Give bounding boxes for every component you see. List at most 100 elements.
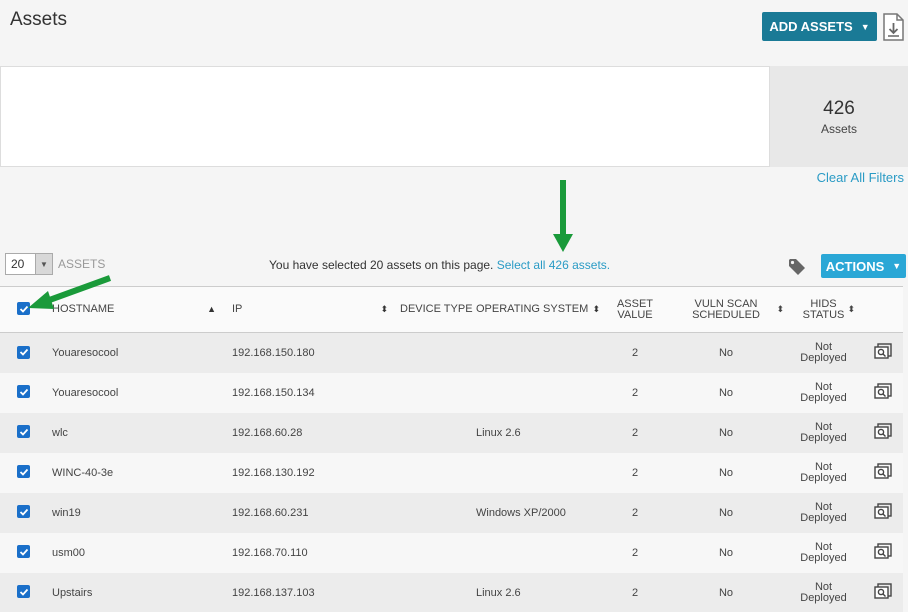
- chevron-down-icon: ▼: [35, 254, 52, 274]
- row-checkbox-cell: [0, 373, 48, 413]
- tag-icon[interactable]: [788, 258, 806, 276]
- hids-status-line-2: Deployed: [800, 511, 847, 524]
- asset-detail-icon[interactable]: [873, 463, 893, 479]
- asset-value-cell: 2: [631, 586, 639, 599]
- vuln-header-label-2: SCHEDULED: [692, 308, 760, 321]
- asset-detail-icon[interactable]: [873, 543, 893, 559]
- row-action-cell: [861, 533, 903, 573]
- assets-table-body: Youaresocool 192.168.150.180 2 No Not Deploye…: [0, 332, 903, 612]
- column-header-vuln-scan[interactable]: VULN SCAN SCHEDULED ⬍: [666, 286, 786, 333]
- actions-button[interactable]: ACTIONS ▼: [821, 254, 906, 278]
- table-row[interactable]: WINC-40-3e 192.168.130.192 2 No Not Deployed: [0, 452, 903, 493]
- selection-text: You have selected 20 assets on this page…: [269, 258, 494, 272]
- device-type-header-label: DEVICE TYPE: [400, 303, 473, 315]
- asset-detail-icon[interactable]: [873, 343, 893, 359]
- asset-detail-icon[interactable]: [873, 423, 893, 439]
- row-action-cell: [861, 333, 903, 373]
- add-assets-button[interactable]: ADD ASSETS ▼: [762, 12, 877, 41]
- os-header-label: OPERATING SYSTEM: [476, 303, 589, 315]
- clear-all-filters-link[interactable]: Clear All Filters: [817, 170, 904, 185]
- ip-cell: 192.168.150.180: [232, 346, 315, 359]
- checkmark-icon: [19, 508, 28, 516]
- asset-value-cell: 2: [631, 506, 639, 519]
- column-header-ip[interactable]: IP ⬍: [232, 286, 396, 333]
- os-cell: [476, 533, 604, 573]
- filter-panel: [0, 66, 770, 167]
- table-row[interactable]: win19 192.168.60.231 Windows XP/2000 2 No Not…: [0, 492, 903, 533]
- row-checkbox-cell: [0, 453, 48, 493]
- row-action-cell: [861, 373, 903, 413]
- hostname-cell[interactable]: win19: [48, 493, 232, 533]
- sort-ascending-icon: ▲: [207, 304, 216, 314]
- select-all-link[interactable]: Select all 426 assets.: [497, 258, 610, 272]
- column-header-asset-value[interactable]: ASSET VALUE: [604, 286, 666, 333]
- row-checkbox[interactable]: [17, 505, 30, 519]
- row-checkbox-cell: [0, 333, 48, 373]
- asset-value-cell: 2: [631, 386, 639, 399]
- os-cell: Linux 2.6: [476, 586, 521, 599]
- hids-status-cell: Not Deployed: [786, 373, 861, 413]
- hostname-cell[interactable]: Youaresocool: [48, 333, 232, 373]
- hostname-cell[interactable]: WINC-40-3e: [48, 453, 232, 493]
- asset-value-header-label-2: VALUE: [617, 308, 653, 321]
- row-action-cell: [861, 413, 903, 453]
- vuln-scan-cell: No: [718, 546, 734, 559]
- assets-per-page-label: ASSETS: [58, 257, 106, 271]
- hostname-cell[interactable]: usm00: [48, 533, 232, 573]
- download-icon[interactable]: [882, 13, 904, 41]
- caret-down-icon: ▼: [892, 261, 902, 271]
- ip-cell: 192.168.150.134: [232, 386, 315, 399]
- device-type-cell: [396, 493, 476, 533]
- selection-message: You have selected 20 assets on this page…: [269, 258, 610, 272]
- vuln-scan-cell: No: [718, 506, 734, 519]
- row-checkbox[interactable]: [17, 385, 30, 399]
- hostname-cell[interactable]: Upstairs: [48, 573, 232, 612]
- device-type-cell: [396, 373, 476, 413]
- sort-icon: ⬍: [592, 304, 600, 314]
- table-row[interactable]: Youaresocool 192.168.150.134 2 No Not Deploye…: [0, 372, 903, 413]
- sort-icon: ⬍: [380, 304, 388, 314]
- asset-value-cell: 2: [631, 546, 639, 559]
- os-cell: Windows XP/2000: [476, 506, 566, 519]
- row-checkbox[interactable]: [17, 465, 30, 479]
- table-row[interactable]: Upstairs 192.168.137.103 Linux 2.6 2 No Not De…: [0, 572, 903, 612]
- hostname-cell[interactable]: wlc: [48, 413, 232, 453]
- row-checkbox[interactable]: [17, 585, 30, 599]
- asset-count: 426: [823, 97, 855, 119]
- checkmark-icon: [19, 468, 28, 476]
- os-cell: [476, 333, 604, 373]
- checkmark-icon: [19, 588, 28, 596]
- row-checkbox-cell: [0, 573, 48, 612]
- sort-icon: ⬍: [847, 304, 855, 314]
- checkmark-icon: [19, 428, 28, 436]
- asset-detail-icon[interactable]: [873, 503, 893, 519]
- checkmark-icon: [19, 548, 28, 556]
- asset-detail-icon[interactable]: [873, 583, 893, 599]
- row-checkbox[interactable]: [17, 545, 30, 559]
- row-action-cell: [861, 573, 903, 612]
- hids-status-cell: Not Deployed: [786, 493, 861, 533]
- device-type-cell: [396, 453, 476, 493]
- hids-status-line-2: Deployed: [800, 431, 847, 444]
- add-assets-label: ADD ASSETS: [769, 19, 853, 34]
- page-title: Assets: [10, 9, 68, 30]
- page-size-select[interactable]: 20 ▼: [5, 253, 53, 275]
- column-header-actions: [861, 286, 903, 333]
- table-row[interactable]: Youaresocool 192.168.150.180 2 No Not Deploye…: [0, 332, 903, 373]
- row-checkbox-cell: [0, 413, 48, 453]
- row-checkbox[interactable]: [17, 425, 30, 439]
- os-cell: [476, 453, 604, 493]
- column-header-hids-status[interactable]: HIDS STATUS ⬍: [786, 286, 861, 333]
- row-checkbox[interactable]: [17, 345, 30, 359]
- column-header-device-type: DEVICE TYPE: [396, 286, 476, 333]
- vuln-scan-cell: No: [718, 466, 734, 479]
- asset-detail-icon[interactable]: [873, 383, 893, 399]
- checkmark-icon: [19, 305, 28, 313]
- table-row[interactable]: usm00 192.168.70.110 2 No Not Deployed: [0, 532, 903, 573]
- vuln-scan-cell: No: [718, 426, 734, 439]
- device-type-cell: [396, 413, 476, 453]
- hostname-cell[interactable]: Youaresocool: [48, 373, 232, 413]
- actions-label: ACTIONS: [825, 258, 885, 274]
- table-row[interactable]: wlc 192.168.60.28 Linux 2.6 2 No Not Deployed: [0, 412, 903, 453]
- column-header-operating-system[interactable]: OPERATING SYSTEM ⬍: [476, 286, 604, 333]
